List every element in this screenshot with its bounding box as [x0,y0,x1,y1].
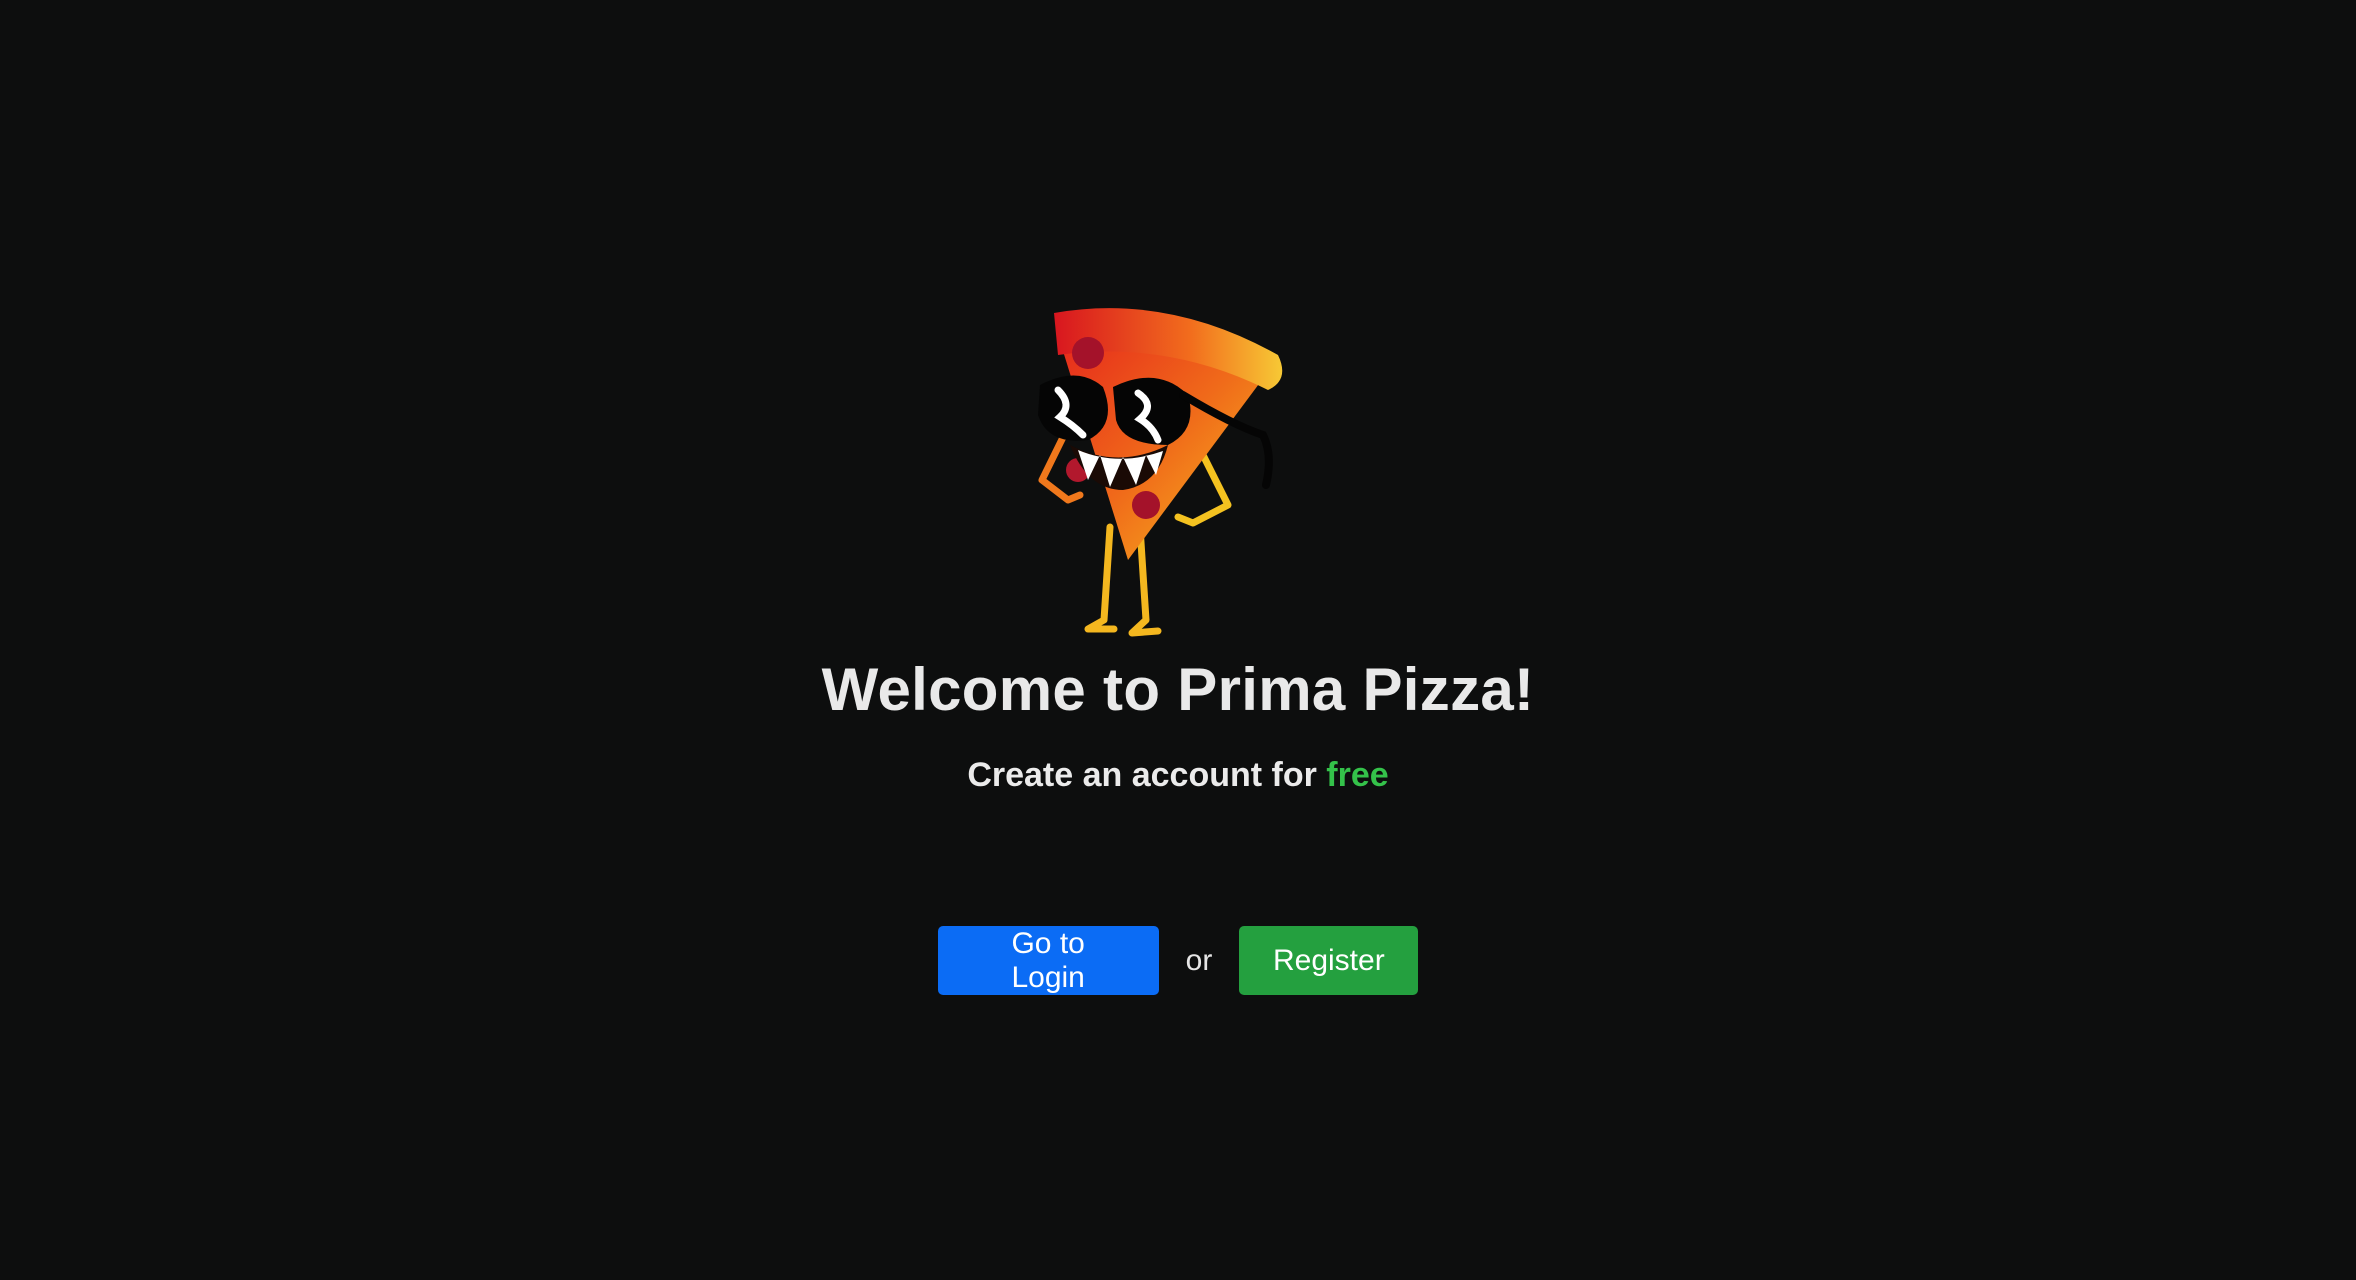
auth-actions: Go to Login or Register [0,926,2356,995]
page-title: Welcome to Prima Pizza! [821,656,1535,723]
pizza-mascot-icon [1028,295,1308,647]
page-subtitle: Create an account for free [0,756,2356,795]
go-to-login-button[interactable]: Go to Login [937,926,1159,995]
or-separator: or [1185,943,1213,977]
subtitle-text: Create an account for [967,756,1327,794]
subtitle-accent-free: free [1326,756,1389,794]
register-button[interactable]: Register [1239,926,1419,995]
